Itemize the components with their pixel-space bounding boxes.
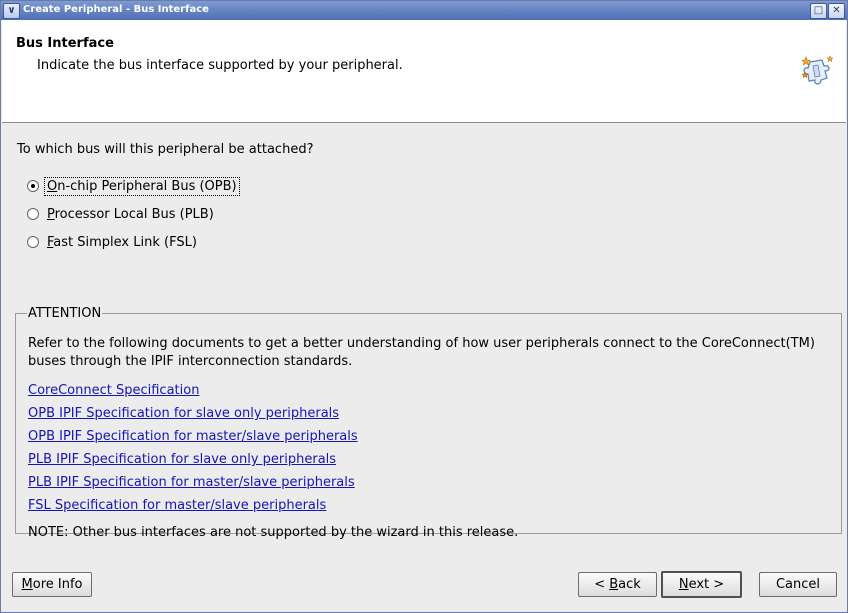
- link-opb-ipif-slave[interactable]: OPB IPIF Specification for slave only pe…: [28, 406, 339, 421]
- attention-text: Refer to the following documents to get …: [28, 336, 815, 369]
- radio-button-plb[interactable]: [27, 208, 39, 220]
- window-menu-button[interactable]: ∨: [3, 3, 20, 19]
- radio-plb[interactable]: Processor Local Bus (PLB): [27, 204, 216, 224]
- more-info-button[interactable]: More Info: [12, 572, 92, 597]
- link-fsl-spec[interactable]: FSL Specification for master/slave perip…: [28, 498, 326, 513]
- title-bar[interactable]: ∨ Create Peripheral - Bus Interface □ ✕: [1, 1, 847, 20]
- wizard-header: Bus Interface Indicate the bus interface…: [2, 20, 846, 123]
- link-coreconnect-spec[interactable]: CoreConnect Specification: [28, 383, 199, 398]
- dialog-window: ∨ Create Peripheral - Bus Interface □ ✕ …: [0, 0, 848, 613]
- radio-label-fsl[interactable]: Fast Simplex Link (FSL): [45, 234, 199, 251]
- page-subtitle: Indicate the bus interface supported by …: [37, 58, 403, 73]
- radio-fsl[interactable]: Fast Simplex Link (FSL): [27, 232, 199, 252]
- radio-button-opb[interactable]: [27, 180, 39, 192]
- next-button[interactable]: Next >: [661, 571, 742, 598]
- cancel-button[interactable]: Cancel: [759, 572, 837, 597]
- wizard-puzzle-icon: [801, 55, 834, 85]
- back-button[interactable]: < Back: [578, 572, 657, 597]
- minimize-button[interactable]: □: [810, 3, 827, 19]
- link-plb-ipif-slave[interactable]: PLB IPIF Specification for slave only pe…: [28, 452, 336, 467]
- attention-group: ATTENTION Refer to the following documen…: [15, 306, 842, 540]
- radio-label-opb[interactable]: On-chip Peripheral Bus (OPB): [44, 176, 240, 196]
- bus-question-label: To which bus will this peripheral be att…: [17, 142, 314, 157]
- radio-button-fsl[interactable]: [27, 236, 39, 248]
- page-title: Bus Interface: [16, 36, 114, 51]
- close-button[interactable]: ✕: [828, 3, 845, 19]
- attention-legend: ATTENTION: [28, 306, 102, 321]
- link-opb-ipif-master-slave[interactable]: OPB IPIF Specification for master/slave …: [28, 429, 358, 444]
- radio-opb[interactable]: On-chip Peripheral Bus (OPB): [27, 176, 240, 196]
- window-title: Create Peripheral - Bus Interface: [23, 4, 209, 15]
- radio-label-plb[interactable]: Processor Local Bus (PLB): [45, 206, 216, 223]
- link-plb-ipif-master-slave[interactable]: PLB IPIF Specification for master/slave …: [28, 475, 355, 490]
- attention-note: NOTE: Other bus interfaces are not suppo…: [28, 525, 519, 540]
